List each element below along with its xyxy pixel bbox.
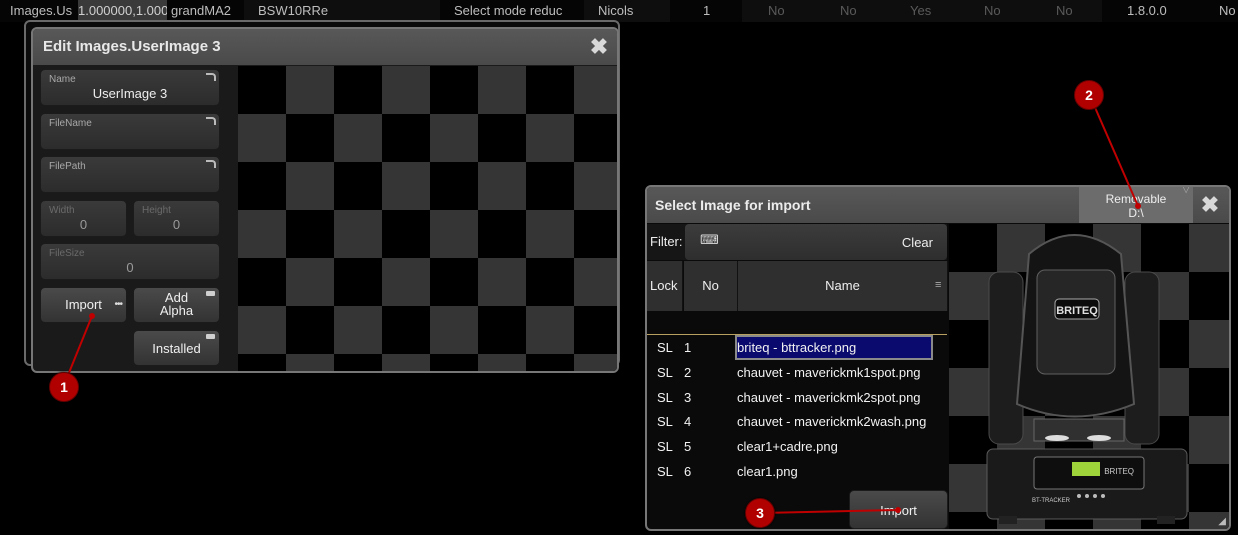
callout-lines xyxy=(63,95,1141,514)
marker-3: 3 xyxy=(745,498,775,528)
callout-dot-3 xyxy=(895,507,901,513)
marker-2: 2 xyxy=(1074,80,1104,110)
callout-line-3 xyxy=(759,509,899,514)
marker-1: 1 xyxy=(49,372,79,402)
callout-dot-2 xyxy=(1135,203,1141,209)
callout-dot-1 xyxy=(89,313,95,319)
callout-line-2 xyxy=(1089,95,1139,207)
